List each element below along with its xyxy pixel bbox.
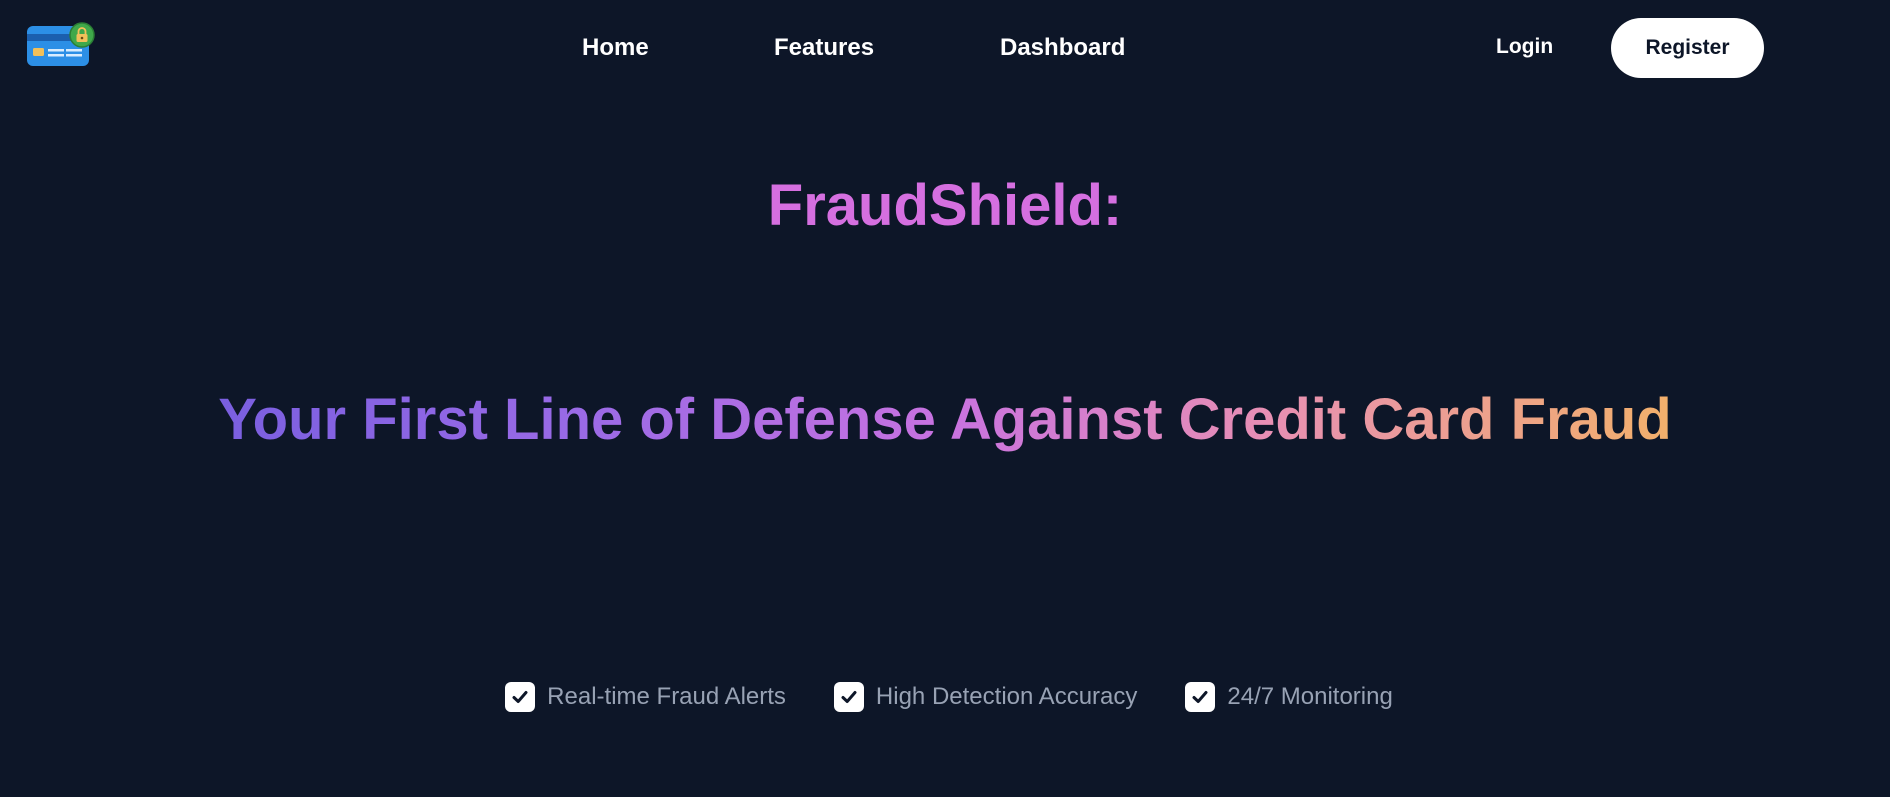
- checkbox-checked-icon: [1185, 682, 1216, 712]
- feature-item: 24/7 Monitoring: [1185, 682, 1393, 712]
- checkbox-checked-icon: [505, 682, 536, 712]
- nav-dashboard-link[interactable]: Dashboard: [1000, 34, 1125, 62]
- feature-label: High Detection Accuracy: [875, 683, 1138, 710]
- register-button[interactable]: Register: [1611, 18, 1764, 78]
- nav-features-link[interactable]: Features: [774, 34, 874, 62]
- hero-tagline: Your First Line of Defense Against Credi…: [0, 385, 1890, 455]
- hero-brand-title: FraudShield:: [767, 173, 1123, 238]
- feature-label: 24/7 Monitoring: [1227, 683, 1393, 710]
- feature-label: Real-time Fraud Alerts: [547, 683, 786, 710]
- hero-tagline-text: Your First Line of Defense Against Credi…: [218, 387, 1672, 452]
- feature-list: Real-time Fraud Alerts High Detection Ac…: [0, 682, 1890, 712]
- login-link[interactable]: Login: [1496, 35, 1553, 59]
- credit-card-lock-icon[interactable]: [26, 22, 96, 70]
- feature-item: Real-time Fraud Alerts: [505, 682, 786, 712]
- feature-item: High Detection Accuracy: [833, 682, 1138, 712]
- checkbox-checked-icon: [833, 682, 864, 712]
- nav-home-link[interactable]: Home: [582, 34, 649, 62]
